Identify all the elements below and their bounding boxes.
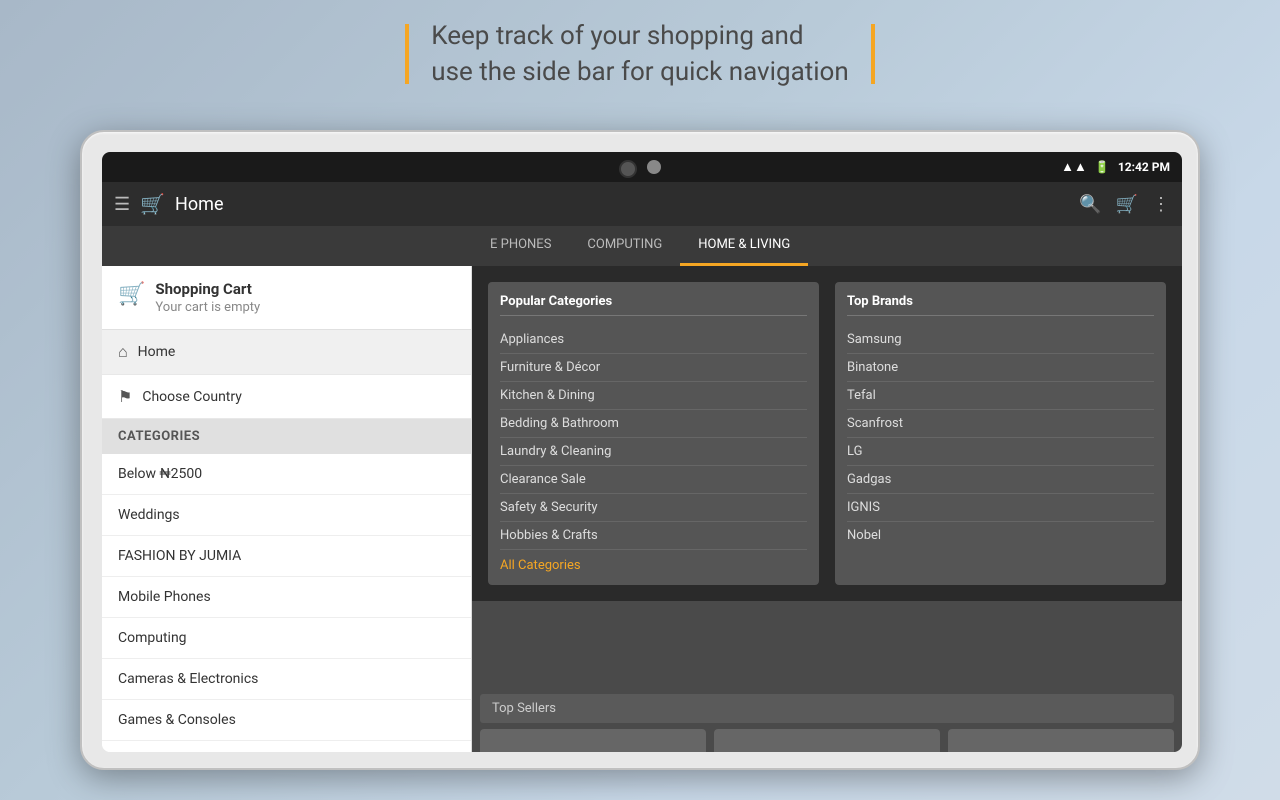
- sidebar-item-home[interactable]: ⌂ Home: [102, 330, 471, 375]
- category-laundry[interactable]: Laundry & Cleaning: [500, 438, 807, 466]
- header-actions: 🔍 🛒 ⋮: [1079, 194, 1170, 215]
- top-sellers-label: Top Sellers: [492, 701, 556, 716]
- sidebar-item-cameras[interactable]: Cameras & Electronics: [102, 659, 471, 700]
- sidebar-country-label: Choose Country: [142, 389, 242, 405]
- battery-icon: 🔋: [1095, 160, 1110, 174]
- seller-item-3: [948, 729, 1174, 752]
- seller-item-2: [714, 729, 940, 752]
- brand-binatone[interactable]: Binatone: [847, 354, 1154, 382]
- category-hobbies[interactable]: Hobbies & Crafts: [500, 522, 807, 550]
- tab-phones[interactable]: E PHONES: [472, 226, 569, 266]
- sidebar-item-weddings[interactable]: Weddings: [102, 495, 471, 536]
- content-area: Popular Categories Appliances Furniture …: [472, 266, 1182, 752]
- more-options-icon[interactable]: ⋮: [1152, 194, 1170, 215]
- flag-icon: ⚑: [118, 387, 132, 406]
- brand-gadgas[interactable]: Gadgas: [847, 466, 1154, 494]
- main-layout: 🛒 Shopping Cart Your cart is empty ⌂ Hom…: [102, 266, 1182, 752]
- caption-line2: use the side bar for quick navigation: [431, 57, 848, 87]
- top-sellers-bar: Top Sellers: [480, 694, 1174, 723]
- seller-item-1: [480, 729, 706, 752]
- brand-nobel[interactable]: Nobel: [847, 522, 1154, 549]
- caption-text: Keep track of your shopping and use the …: [431, 18, 848, 91]
- dot-1: [619, 160, 637, 178]
- accent-bar-right: [871, 24, 875, 84]
- sidebar-home-label: Home: [138, 344, 176, 360]
- caption-line1: Keep track of your shopping and: [431, 21, 803, 51]
- tablet-frame: ▲▲ 🔋 12:42 PM ☰ 🛒 Home 🔍 🛒 ⋮ E PHONES CO…: [80, 130, 1200, 770]
- header-title: Home: [175, 194, 1069, 215]
- accent-bar-left: [405, 24, 409, 84]
- category-furniture[interactable]: Furniture & Décor: [500, 354, 807, 382]
- brand-tefal[interactable]: Tefal: [847, 382, 1154, 410]
- cart-logo-icon: 🛒: [140, 192, 165, 216]
- search-icon[interactable]: 🔍: [1079, 194, 1101, 215]
- brand-samsung[interactable]: Samsung: [847, 326, 1154, 354]
- category-clearance[interactable]: Clearance Sale: [500, 466, 807, 494]
- sidebar-item-mobile-phones[interactable]: Mobile Phones: [102, 577, 471, 618]
- sidebar-item-below2500[interactable]: Below ₦2500: [102, 454, 471, 495]
- home-icon: ⌂: [118, 342, 128, 362]
- popular-categories-col: Popular Categories Appliances Furniture …: [488, 282, 819, 585]
- sidebar-item-country[interactable]: ⚑ Choose Country: [102, 375, 471, 419]
- screen: ▲▲ 🔋 12:42 PM ☰ 🛒 Home 🔍 🛒 ⋮ E PHONES CO…: [102, 152, 1182, 752]
- top-brands-col: Top Brands Samsung Binatone Tefal Scanfr…: [835, 282, 1166, 585]
- shopping-cart-title: Shopping Cart: [155, 280, 260, 298]
- top-brands-title: Top Brands: [847, 294, 1154, 316]
- tab-bar: E PHONES COMPUTING HOME & LIVING: [102, 226, 1182, 266]
- cart-icon-sidebar: 🛒: [118, 282, 145, 307]
- shopping-cart-text: Shopping Cart Your cart is empty: [155, 280, 260, 315]
- menu-icon[interactable]: ☰: [114, 194, 130, 215]
- category-appliances[interactable]: Appliances: [500, 326, 807, 354]
- wifi-icon: ▲▲: [1061, 159, 1087, 175]
- tab-computing[interactable]: COMPUTING: [569, 226, 680, 266]
- brand-ignis[interactable]: IGNIS: [847, 494, 1154, 522]
- promo-section: Top Sellers: [472, 686, 1182, 752]
- sidebar-item-home-office[interactable]: Home & Office: [102, 741, 471, 752]
- category-safety[interactable]: Safety & Security: [500, 494, 807, 522]
- brand-scanfrost[interactable]: Scanfrost: [847, 410, 1154, 438]
- sidebar-shopping-cart: 🛒 Shopping Cart Your cart is empty: [102, 266, 471, 330]
- tab-home-living[interactable]: HOME & LIVING: [680, 226, 808, 266]
- page-dots: [619, 160, 661, 178]
- sidebar-item-fashion[interactable]: FASHION BY JUMIA: [102, 536, 471, 577]
- category-bedding[interactable]: Bedding & Bathroom: [500, 410, 807, 438]
- category-kitchen[interactable]: Kitchen & Dining: [500, 382, 807, 410]
- dropdown-overlay: Popular Categories Appliances Furniture …: [472, 266, 1182, 601]
- cart-header-icon[interactable]: 🛒: [1116, 194, 1138, 215]
- popular-categories-title: Popular Categories: [500, 294, 807, 316]
- sidebar-item-computing[interactable]: Computing: [102, 618, 471, 659]
- status-time: 12:42 PM: [1118, 160, 1170, 174]
- sidebar: 🛒 Shopping Cart Your cart is empty ⌂ Hom…: [102, 266, 472, 752]
- sidebar-item-games[interactable]: Games & Consoles: [102, 700, 471, 741]
- categories-header: CATEGORIES: [102, 419, 471, 454]
- brand-lg[interactable]: LG: [847, 438, 1154, 466]
- app-header: ☰ 🛒 Home 🔍 🛒 ⋮: [102, 182, 1182, 226]
- seller-items-row: [480, 729, 1174, 752]
- dot-2: [647, 160, 661, 174]
- top-caption: Keep track of your shopping and use the …: [0, 18, 1280, 91]
- shopping-cart-subtitle: Your cart is empty: [155, 300, 260, 315]
- all-categories-link[interactable]: All Categories: [500, 558, 807, 573]
